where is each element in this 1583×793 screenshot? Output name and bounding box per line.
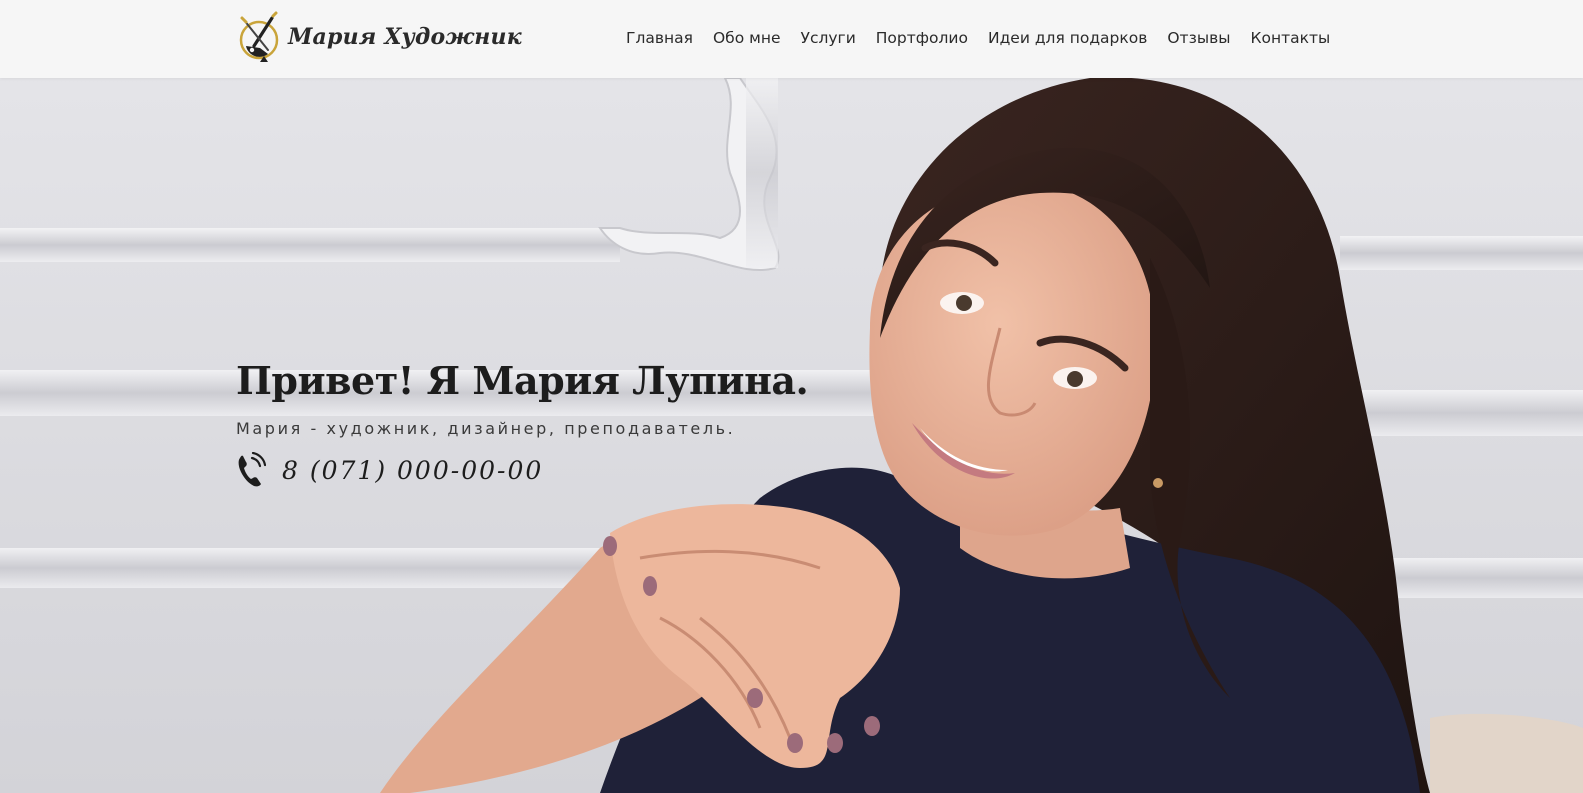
nav-item-contacts[interactable]: Контакты — [1250, 26, 1330, 50]
hero-subtitle: Мария - художник, дизайнер, преподавател… — [236, 419, 736, 438]
nav-item-gift-ideas[interactable]: Идеи для подарков — [988, 26, 1147, 50]
nav-item-services[interactable]: Услуги — [801, 26, 856, 50]
main-nav: Главная Обо мне Услуги Портфолио Идеи дл… — [626, 26, 1330, 50]
nav-item-reviews[interactable]: Отзывы — [1167, 26, 1230, 50]
hero-content: Привет! Я Мария Лупина. Мария - художник… — [236, 357, 809, 488]
hero-section: Привет! Я Мария Лупина. Мария - художник… — [0, 78, 1583, 793]
nav-item-portfolio[interactable]: Портфолио — [876, 26, 968, 50]
palette-brush-logo-icon — [239, 11, 279, 62]
logo[interactable]: Мария Художник — [238, 10, 522, 64]
phone-link[interactable]: 8 (071) 000-00-00 — [236, 452, 808, 488]
logo-text: Мария Художник — [288, 24, 522, 50]
nav-item-about[interactable]: Обо мне — [713, 26, 781, 50]
nav-item-home[interactable]: Главная — [626, 26, 693, 50]
site-header: Мария Художник Главная Обо мне Услуги По… — [0, 0, 1583, 78]
phone-icon — [238, 452, 266, 487]
phone-number: 8 (071) 000-00-00 — [282, 455, 544, 485]
hero-title: Привет! Я Мария Лупина. — [236, 358, 809, 403]
